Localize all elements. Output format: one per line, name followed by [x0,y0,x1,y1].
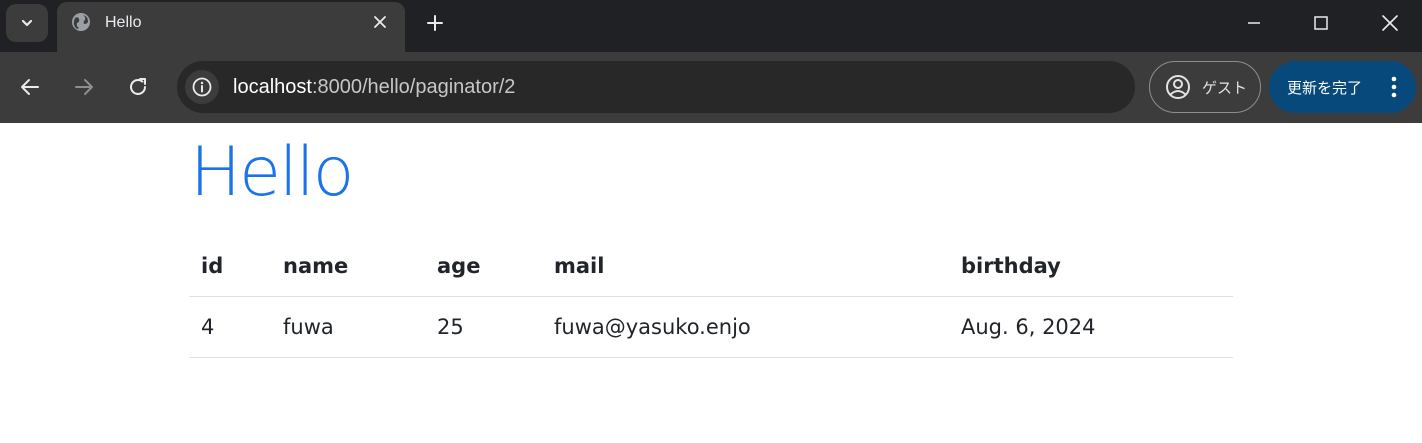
arrow-left-icon [21,79,39,95]
close-icon [374,16,386,28]
minimize-button[interactable] [1238,8,1270,38]
cell-name: fuwa [271,296,425,358]
profile-label: ゲスト [1202,78,1248,97]
close-window-button[interactable] [1374,8,1406,38]
header-mail: mail [542,236,949,297]
table-header-row: id name age mail birthday [189,236,1233,297]
table-row: 4 fuwa 25 fuwa@yasuko.enjo Aug. 6, 2024 [189,296,1233,358]
arrow-right-icon [75,79,93,95]
info-icon [192,77,212,97]
tab-hello[interactable]: Hello [57,2,405,52]
more-vert-icon [1391,76,1397,98]
site-info-button[interactable] [185,70,219,104]
data-table: id name age mail birthday 4 fuwa 25 fuwa… [189,236,1233,358]
cell-id: 4 [189,296,271,358]
page-title: Hello [190,133,354,212]
header-id: id [189,236,271,297]
header-birthday: birthday [949,236,1233,297]
tab-search-button[interactable] [6,4,48,42]
new-tab-button[interactable] [422,10,448,36]
forward-button[interactable] [69,72,99,102]
maximize-icon [1314,16,1328,30]
header-age: age [425,236,542,297]
url-path: :8000/hello/paginator/2 [311,76,516,98]
back-button[interactable] [15,72,45,102]
cell-age: 25 [425,296,542,358]
cell-birthday: Aug. 6, 2024 [949,296,1233,358]
tab-close-button[interactable] [369,11,391,33]
chevron-down-icon [21,19,33,27]
profile-button[interactable]: ゲスト [1149,61,1261,113]
update-label: 更新を完了 [1287,78,1363,97]
tab-strip: Hello [0,0,1422,52]
header-name: name [271,236,425,297]
url-text[interactable]: localhost:8000/hello/paginator/2 [233,76,515,99]
maximize-button[interactable] [1305,8,1337,38]
globe-icon [72,13,90,31]
account-circle-icon [1166,75,1190,99]
browser-menu-button[interactable] [1384,75,1404,99]
tab-title: Hello [105,14,142,31]
reload-button[interactable] [123,72,153,102]
cell-mail: fuwa@yasuko.enjo [542,296,949,358]
plus-icon [427,15,443,31]
url-host: localhost [233,76,312,98]
page-content: Hello id name age mail birthday 4 fuwa 2… [0,123,1422,443]
close-icon [1382,15,1398,31]
reload-icon [130,78,146,95]
update-button[interactable]: 更新を完了 [1269,61,1416,113]
minimize-icon [1248,22,1260,24]
browser-toolbar: localhost:8000/hello/paginator/2 ゲスト 更新を… [0,52,1422,123]
address-bar[interactable]: localhost:8000/hello/paginator/2 [177,61,1135,113]
